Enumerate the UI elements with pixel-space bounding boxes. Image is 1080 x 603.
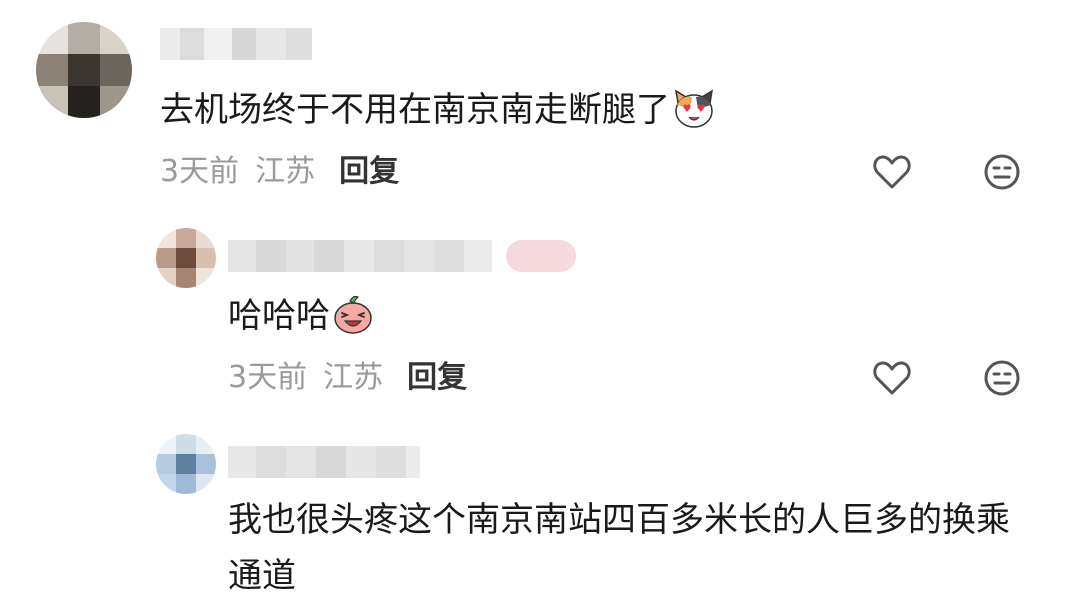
comment-text: 去机场终于不用在南京南走断腿了 <box>160 88 716 140</box>
comment-text: 我也很头疼这个南京南站四百多米长的人巨多的换乘通道 <box>228 492 1028 603</box>
avatar[interactable] <box>156 228 216 288</box>
avatar[interactable] <box>156 434 216 494</box>
comment-body: 我也很头疼这个南京南站四百多米长的人巨多的换乘通道 <box>228 500 1010 596</box>
laughing-peach-emoji <box>332 295 374 346</box>
reply-button[interactable]: 回复 <box>407 358 467 398</box>
dislike-face-icon[interactable] <box>980 356 1024 400</box>
reply-button[interactable]: 回复 <box>339 152 399 192</box>
comment-meta: 3天前 江苏 回复 <box>228 358 467 398</box>
comment-body: 哈哈哈 <box>228 296 330 336</box>
username-blurred[interactable] <box>228 446 420 478</box>
comment-time: 3天前 <box>228 360 308 395</box>
like-heart-icon[interactable] <box>870 356 914 400</box>
like-heart-icon[interactable] <box>870 150 914 194</box>
comment-body: 去机场终于不用在南京南走断腿了 <box>160 90 670 130</box>
comment-location: 江苏 <box>323 360 384 395</box>
avatar[interactable] <box>36 22 132 118</box>
comment-location: 江苏 <box>255 154 316 189</box>
comment-feed: 去机场终于不用在南京南走断腿了 3天前 江苏 回复 哈哈哈 3天前 江苏 回复 … <box>0 0 1080 603</box>
username-blurred[interactable] <box>160 28 312 60</box>
username-blurred[interactable] <box>228 240 576 272</box>
heart-eyes-cat-emoji <box>672 89 716 140</box>
comment-meta: 3天前 江苏 回复 <box>160 152 399 192</box>
comment-text: 哈哈哈 <box>228 294 374 346</box>
dislike-face-icon[interactable] <box>980 150 1024 194</box>
comment-time: 3天前 <box>160 154 240 189</box>
